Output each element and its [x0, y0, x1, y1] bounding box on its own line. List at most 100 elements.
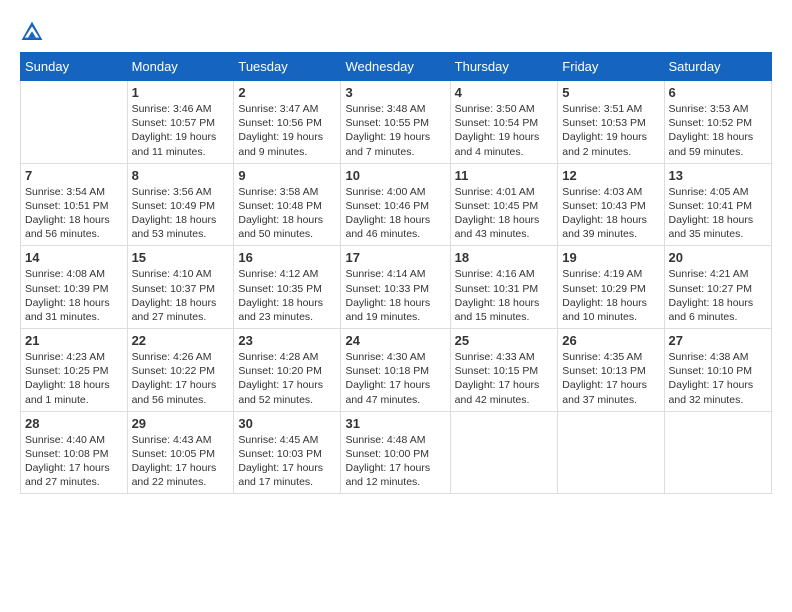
day-cell: 10 Sunrise: 4:00 AM Sunset: 10:46 PM Dayl… [341, 163, 450, 246]
day-info: Sunrise: 4:08 AM Sunset: 10:39 PM Daylig… [25, 267, 123, 324]
day-number: 8 [132, 168, 230, 183]
day-info: Sunrise: 4:01 AM Sunset: 10:45 PM Daylig… [455, 185, 554, 242]
header-day-friday: Friday [558, 53, 664, 81]
day-cell: 15 Sunrise: 4:10 AM Sunset: 10:37 PM Dayl… [127, 246, 234, 329]
day-info: Sunrise: 4:05 AM Sunset: 10:41 PM Daylig… [669, 185, 767, 242]
day-info: Sunrise: 4:03 AM Sunset: 10:43 PM Daylig… [562, 185, 659, 242]
week-row-4: 21 Sunrise: 4:23 AM Sunset: 10:25 PM Dayl… [21, 329, 772, 412]
day-cell: 17Sunrise: 4:14 AM Sunset: 10:33 PM Dayl… [341, 246, 450, 329]
week-row-1: 1 Sunrise: 3:46 AM Sunset: 10:57 PM Dayli… [21, 81, 772, 164]
day-number: 1 [132, 85, 230, 100]
day-cell: 7 Sunrise: 3:54 AM Sunset: 10:51 PM Dayli… [21, 163, 128, 246]
day-info: Sunrise: 4:12 AM Sunset: 10:35 PM Daylig… [238, 267, 336, 324]
header-day-monday: Monday [127, 53, 234, 81]
logo [20, 20, 48, 44]
day-info: Sunrise: 3:53 AM Sunset: 10:52 PM Daylig… [669, 102, 767, 159]
day-info: Sunrise: 3:46 AM Sunset: 10:57 PM Daylig… [132, 102, 230, 159]
day-info: Sunrise: 3:58 AM Sunset: 10:48 PM Daylig… [238, 185, 336, 242]
day-info: Sunrise: 3:48 AM Sunset: 10:55 PM Daylig… [345, 102, 445, 159]
day-cell [664, 411, 771, 494]
day-number: 30 [238, 416, 336, 431]
day-number: 18 [455, 250, 554, 265]
day-info: Sunrise: 4:26 AM Sunset: 10:22 PM Daylig… [132, 350, 230, 407]
week-row-2: 7 Sunrise: 3:54 AM Sunset: 10:51 PM Dayli… [21, 163, 772, 246]
day-cell: 29 Sunrise: 4:43 AM Sunset: 10:05 PM Dayl… [127, 411, 234, 494]
day-number: 10 [345, 168, 445, 183]
day-number: 5 [562, 85, 659, 100]
day-number: 25 [455, 333, 554, 348]
day-cell: 18 Sunrise: 4:16 AM Sunset: 10:31 PM Dayl… [450, 246, 558, 329]
day-cell: 21 Sunrise: 4:23 AM Sunset: 10:25 PM Dayl… [21, 329, 128, 412]
day-number: 14 [25, 250, 123, 265]
header-day-wednesday: Wednesday [341, 53, 450, 81]
header-day-saturday: Saturday [664, 53, 771, 81]
day-number: 31 [345, 416, 445, 431]
day-number: 9 [238, 168, 336, 183]
day-cell: 27 Sunrise: 4:38 AM Sunset: 10:10 PM Dayl… [664, 329, 771, 412]
day-number: 19 [562, 250, 659, 265]
day-number: 23 [238, 333, 336, 348]
day-number: 17 [345, 250, 445, 265]
day-number: 15 [132, 250, 230, 265]
day-cell: 16 Sunrise: 4:12 AM Sunset: 10:35 PM Dayl… [234, 246, 341, 329]
day-info: Sunrise: 4:23 AM Sunset: 10:25 PM Daylig… [25, 350, 123, 407]
day-number: 7 [25, 168, 123, 183]
day-cell: 2 Sunrise: 3:47 AM Sunset: 10:56 PM Dayli… [234, 81, 341, 164]
day-info: Sunrise: 4:28 AM Sunset: 10:20 PM Daylig… [238, 350, 336, 407]
day-info: Sunrise: 4:10 AM Sunset: 10:37 PM Daylig… [132, 267, 230, 324]
page-header [20, 20, 772, 44]
day-number: 6 [669, 85, 767, 100]
week-row-5: 28 Sunrise: 4:40 AM Sunset: 10:08 PM Dayl… [21, 411, 772, 494]
day-number: 27 [669, 333, 767, 348]
day-info: Sunrise: 3:54 AM Sunset: 10:51 PM Daylig… [25, 185, 123, 242]
day-number: 21 [25, 333, 123, 348]
day-info: Sunrise: 4:21 AM Sunset: 10:27 PM Daylig… [669, 267, 767, 324]
header-day-tuesday: Tuesday [234, 53, 341, 81]
day-cell: 14 Sunrise: 4:08 AM Sunset: 10:39 PM Dayl… [21, 246, 128, 329]
day-info: Sunrise: 4:40 AM Sunset: 10:08 PM Daylig… [25, 433, 123, 490]
day-info: Sunrise: 3:47 AM Sunset: 10:56 PM Daylig… [238, 102, 336, 159]
day-cell [21, 81, 128, 164]
calendar-table: SundayMondayTuesdayWednesdayThursdayFrid… [20, 52, 772, 494]
day-cell: 19Sunrise: 4:19 AM Sunset: 10:29 PM Dayl… [558, 246, 664, 329]
day-number: 11 [455, 168, 554, 183]
day-cell: 22 Sunrise: 4:26 AM Sunset: 10:22 PM Dayl… [127, 329, 234, 412]
day-number: 24 [345, 333, 445, 348]
day-cell: 5Sunrise: 3:51 AM Sunset: 10:53 PM Dayli… [558, 81, 664, 164]
day-cell: 26 Sunrise: 4:35 AM Sunset: 10:13 PM Dayl… [558, 329, 664, 412]
day-number: 22 [132, 333, 230, 348]
day-cell: 11 Sunrise: 4:01 AM Sunset: 10:45 PM Dayl… [450, 163, 558, 246]
day-cell: 4 Sunrise: 3:50 AM Sunset: 10:54 PM Dayli… [450, 81, 558, 164]
day-number: 20 [669, 250, 767, 265]
header-row: SundayMondayTuesdayWednesdayThursdayFrid… [21, 53, 772, 81]
day-info: Sunrise: 3:50 AM Sunset: 10:54 PM Daylig… [455, 102, 554, 159]
day-number: 16 [238, 250, 336, 265]
day-info: Sunrise: 4:43 AM Sunset: 10:05 PM Daylig… [132, 433, 230, 490]
day-number: 3 [345, 85, 445, 100]
day-info: Sunrise: 4:16 AM Sunset: 10:31 PM Daylig… [455, 267, 554, 324]
day-info: Sunrise: 4:48 AM Sunset: 10:00 PM Daylig… [345, 433, 445, 490]
day-number: 13 [669, 168, 767, 183]
day-number: 4 [455, 85, 554, 100]
day-info: Sunrise: 4:35 AM Sunset: 10:13 PM Daylig… [562, 350, 659, 407]
day-cell: 9 Sunrise: 3:58 AM Sunset: 10:48 PM Dayli… [234, 163, 341, 246]
day-number: 26 [562, 333, 659, 348]
day-cell [558, 411, 664, 494]
day-info: Sunrise: 4:33 AM Sunset: 10:15 PM Daylig… [455, 350, 554, 407]
day-cell: 12 Sunrise: 4:03 AM Sunset: 10:43 PM Dayl… [558, 163, 664, 246]
day-cell: 28 Sunrise: 4:40 AM Sunset: 10:08 PM Dayl… [21, 411, 128, 494]
day-cell: 8Sunrise: 3:56 AM Sunset: 10:49 PM Dayli… [127, 163, 234, 246]
day-number: 2 [238, 85, 336, 100]
week-row-3: 14 Sunrise: 4:08 AM Sunset: 10:39 PM Dayl… [21, 246, 772, 329]
day-number: 29 [132, 416, 230, 431]
day-info: Sunrise: 4:00 AM Sunset: 10:46 PM Daylig… [345, 185, 445, 242]
day-cell: 20 Sunrise: 4:21 AM Sunset: 10:27 PM Dayl… [664, 246, 771, 329]
day-cell: 1 Sunrise: 3:46 AM Sunset: 10:57 PM Dayli… [127, 81, 234, 164]
day-number: 12 [562, 168, 659, 183]
day-info: Sunrise: 4:38 AM Sunset: 10:10 PM Daylig… [669, 350, 767, 407]
day-cell: 25 Sunrise: 4:33 AM Sunset: 10:15 PM Dayl… [450, 329, 558, 412]
header-day-thursday: Thursday [450, 53, 558, 81]
day-number: 28 [25, 416, 123, 431]
day-info: Sunrise: 4:30 AM Sunset: 10:18 PM Daylig… [345, 350, 445, 407]
day-cell: 31 Sunrise: 4:48 AM Sunset: 10:00 PM Dayl… [341, 411, 450, 494]
